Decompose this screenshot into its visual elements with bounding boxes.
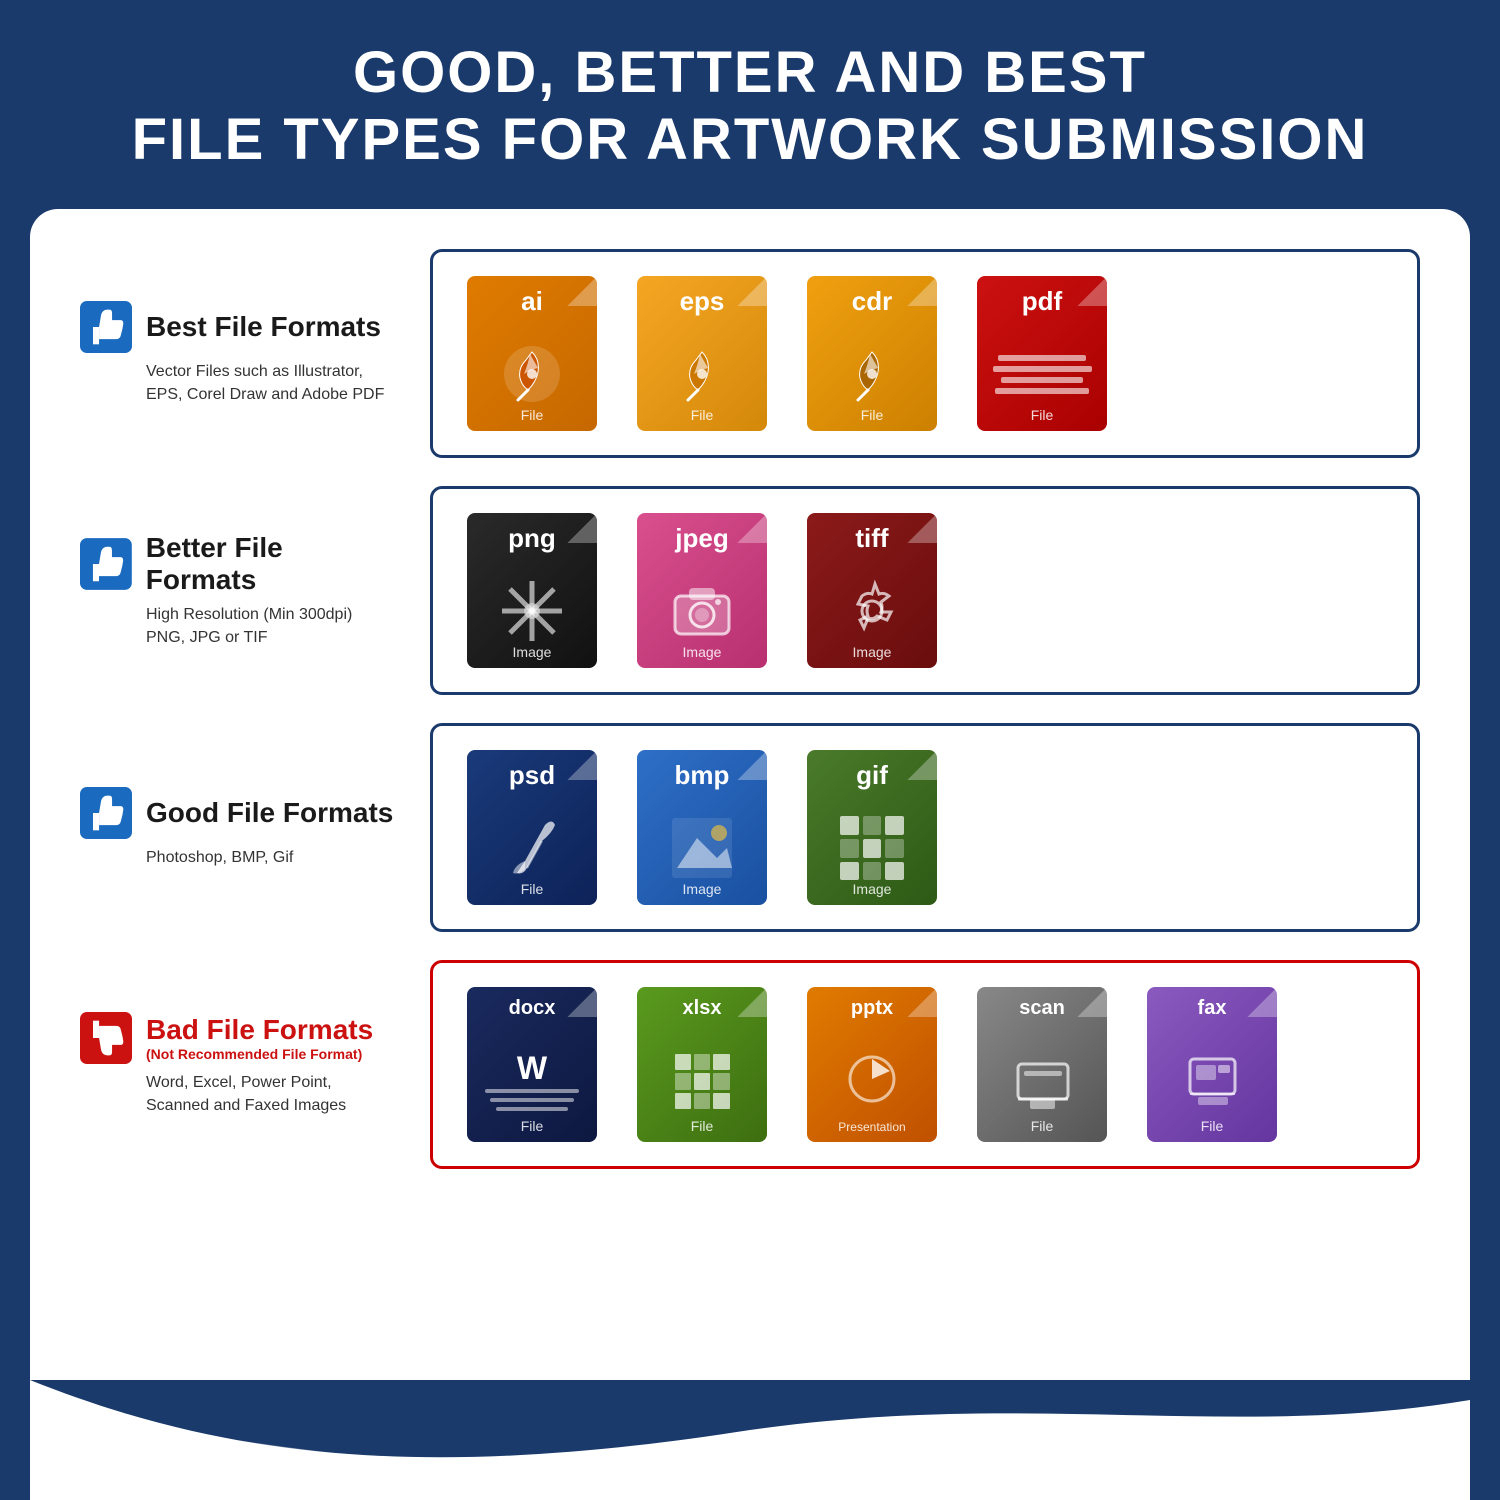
snowflake-icon [497, 576, 567, 646]
swoosh-svg [30, 1380, 1470, 1500]
label-better: Better File Formats High Resolution (Min… [80, 532, 400, 649]
file-bmp: Bmp Image [627, 750, 777, 905]
bad-desc: Word, Excel, Power Point, Scanned and Fa… [80, 1072, 400, 1117]
camera-icon [667, 576, 737, 646]
header: GOOD, BETTER AND BEST FILE TYPES FOR ART… [0, 0, 1500, 193]
file-cdr: cdr File [797, 276, 947, 431]
label-good: Good File Formats Photoshop, BMP, Gif [80, 787, 400, 869]
label-header-better: Better File Formats [80, 532, 400, 596]
best-files-box: ai File [430, 249, 1420, 458]
file-jpeg: Jpeg Image [627, 513, 777, 668]
good-files-box: Psd File Bmp [430, 723, 1420, 932]
row-bad: Bad File Formats (Not Recommended File F… [80, 960, 1420, 1169]
file-ai: ai File [457, 276, 607, 431]
thumbs-up-icon-better [80, 538, 132, 590]
mountain-icon [667, 813, 737, 883]
fax-icon [1180, 1049, 1245, 1114]
better-desc: High Resolution (Min 300dpi) PNG, JPG or… [80, 604, 400, 649]
best-title: Best File Formats [146, 311, 381, 343]
page-container: GOOD, BETTER AND BEST FILE TYPES FOR ART… [0, 0, 1500, 1500]
file-pdf: Pdf File [967, 276, 1117, 431]
file-tiff: tiff Image [797, 513, 947, 668]
row-good: Good File Formats Photoshop, BMP, Gif Ps… [80, 723, 1420, 932]
good-title: Good File Formats [146, 797, 393, 829]
file-docx: docx W File [457, 987, 607, 1142]
bad-title: Bad File Formats [146, 1014, 373, 1046]
label-header-bad: Bad File Formats (Not Recommended File F… [80, 1012, 400, 1064]
label-header-best: Best File Formats [80, 301, 400, 353]
bad-files-box: docx W File [430, 960, 1420, 1169]
row-better: Better File Formats High Resolution (Min… [80, 486, 1420, 695]
pen-icon-ai [500, 342, 565, 407]
gif-grid-icon [836, 812, 908, 884]
thumbs-up-icon [80, 301, 132, 353]
page-title: GOOD, BETTER AND BEST FILE TYPES FOR ART… [60, 40, 1440, 173]
label-best: Best File Formats Vector Files such as I… [80, 301, 400, 406]
brush-icon [497, 813, 567, 883]
gear-icon [837, 576, 907, 646]
file-gif: Gif [797, 750, 947, 905]
good-desc: Photoshop, BMP, Gif [80, 847, 400, 869]
file-png: png Image [457, 513, 607, 668]
file-eps: EPS File [627, 276, 777, 431]
best-desc: Vector Files such as Illustrator, EPS, C… [80, 361, 400, 406]
thumbs-down-icon [80, 1012, 132, 1064]
better-files-box: png Image [430, 486, 1420, 695]
label-bad: Bad File Formats (Not Recommended File F… [80, 1012, 400, 1117]
pen-icon-eps [670, 342, 735, 407]
better-title: Better File Formats [146, 532, 400, 596]
content-card: Best File Formats Vector Files such as I… [30, 209, 1470, 1380]
bad-title-block: Bad File Formats (Not Recommended File F… [146, 1014, 373, 1062]
bad-subtitle: (Not Recommended File Format) [146, 1046, 373, 1062]
thumbs-up-icon-good [80, 787, 132, 839]
file-fax: fax File [1137, 987, 1287, 1142]
row-best: Best File Formats Vector Files such as I… [80, 249, 1420, 458]
ppt-icon [840, 1051, 905, 1111]
file-pptx: pptx Presentation [797, 987, 947, 1142]
bottom-section [30, 1380, 1470, 1500]
file-xlsx: xlsx [627, 987, 777, 1142]
file-psd: Psd File [457, 750, 607, 905]
pen-icon-cdr [840, 342, 905, 407]
label-header-good: Good File Formats [80, 787, 400, 839]
scan-icon [1010, 1049, 1075, 1114]
file-scan: scan File [967, 987, 1117, 1142]
